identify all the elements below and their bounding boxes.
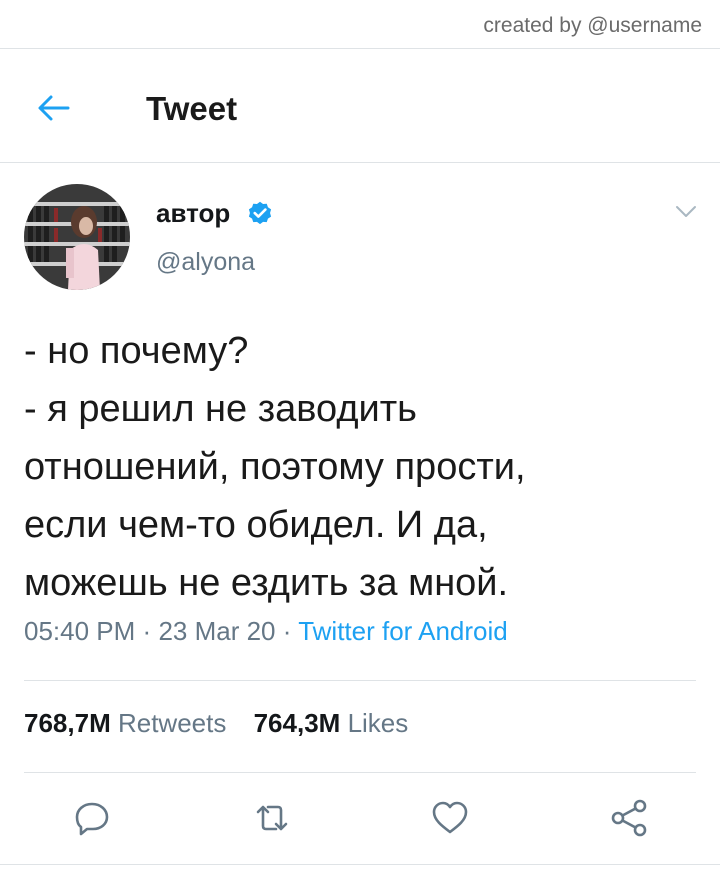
meta-separator: · [282,616,292,646]
share-icon [611,799,647,837]
tweet-text-line: - я решил не заводить [24,388,417,430]
retweets-count: 768,7M [24,708,111,738]
retweet-button[interactable] [250,796,294,840]
header: Tweet [0,72,720,144]
retweets-label: Retweets [117,708,227,738]
retweets-stat[interactable]: 768,7M Retweets [24,708,226,738]
like-icon [432,801,468,834]
avatar[interactable] [24,184,130,290]
tweet-text-line: можешь не ездить за мной. [24,562,509,604]
back-button[interactable] [34,88,74,128]
stats-divider [24,772,696,773]
reply-button[interactable] [70,796,114,840]
share-button[interactable] [608,796,652,840]
author-handle[interactable]: @alyona [156,248,255,277]
tweet-text: - но почему? - я решил не заводить отнош… [24,322,704,612]
likes-count: 764,3M [253,708,341,738]
retweet-icon [256,805,288,831]
tweet-text-line: - но почему? [24,330,249,372]
avatar-image [24,184,130,290]
like-button[interactable] [428,796,472,840]
top-divider [0,48,720,49]
tweet-meta: 05:40 PM · 23 Mar 20 · Twitter for Andro… [24,616,508,647]
page-title: Tweet [146,90,238,127]
reply-icon [75,802,109,836]
watermark: created by @username [483,14,702,37]
tweet-date: 23 Mar 20 [158,616,276,646]
likes-stat[interactable]: 764,3M Likes [254,708,409,738]
tweet-source-link[interactable]: Twitter for Android [298,616,508,646]
bottom-divider [0,864,720,865]
chevron-down-icon [676,206,696,217]
verified-badge-icon [246,200,274,228]
header-divider [0,162,720,163]
tweet-text-line: отношений, поэтому прости, [24,446,526,488]
meta-separator: · [142,616,152,646]
arrow-left-icon [38,95,70,121]
meta-divider [24,680,696,681]
tweet-stats: 768,7M Retweets 764,3M Likes [24,708,428,739]
tweet-text-line: если чем-то обидел. И да, [24,504,488,546]
tweet-time: 05:40 PM [24,616,136,646]
likes-label: Likes [347,708,409,738]
more-options-button[interactable] [674,204,698,220]
author-name[interactable]: автор [156,198,230,229]
